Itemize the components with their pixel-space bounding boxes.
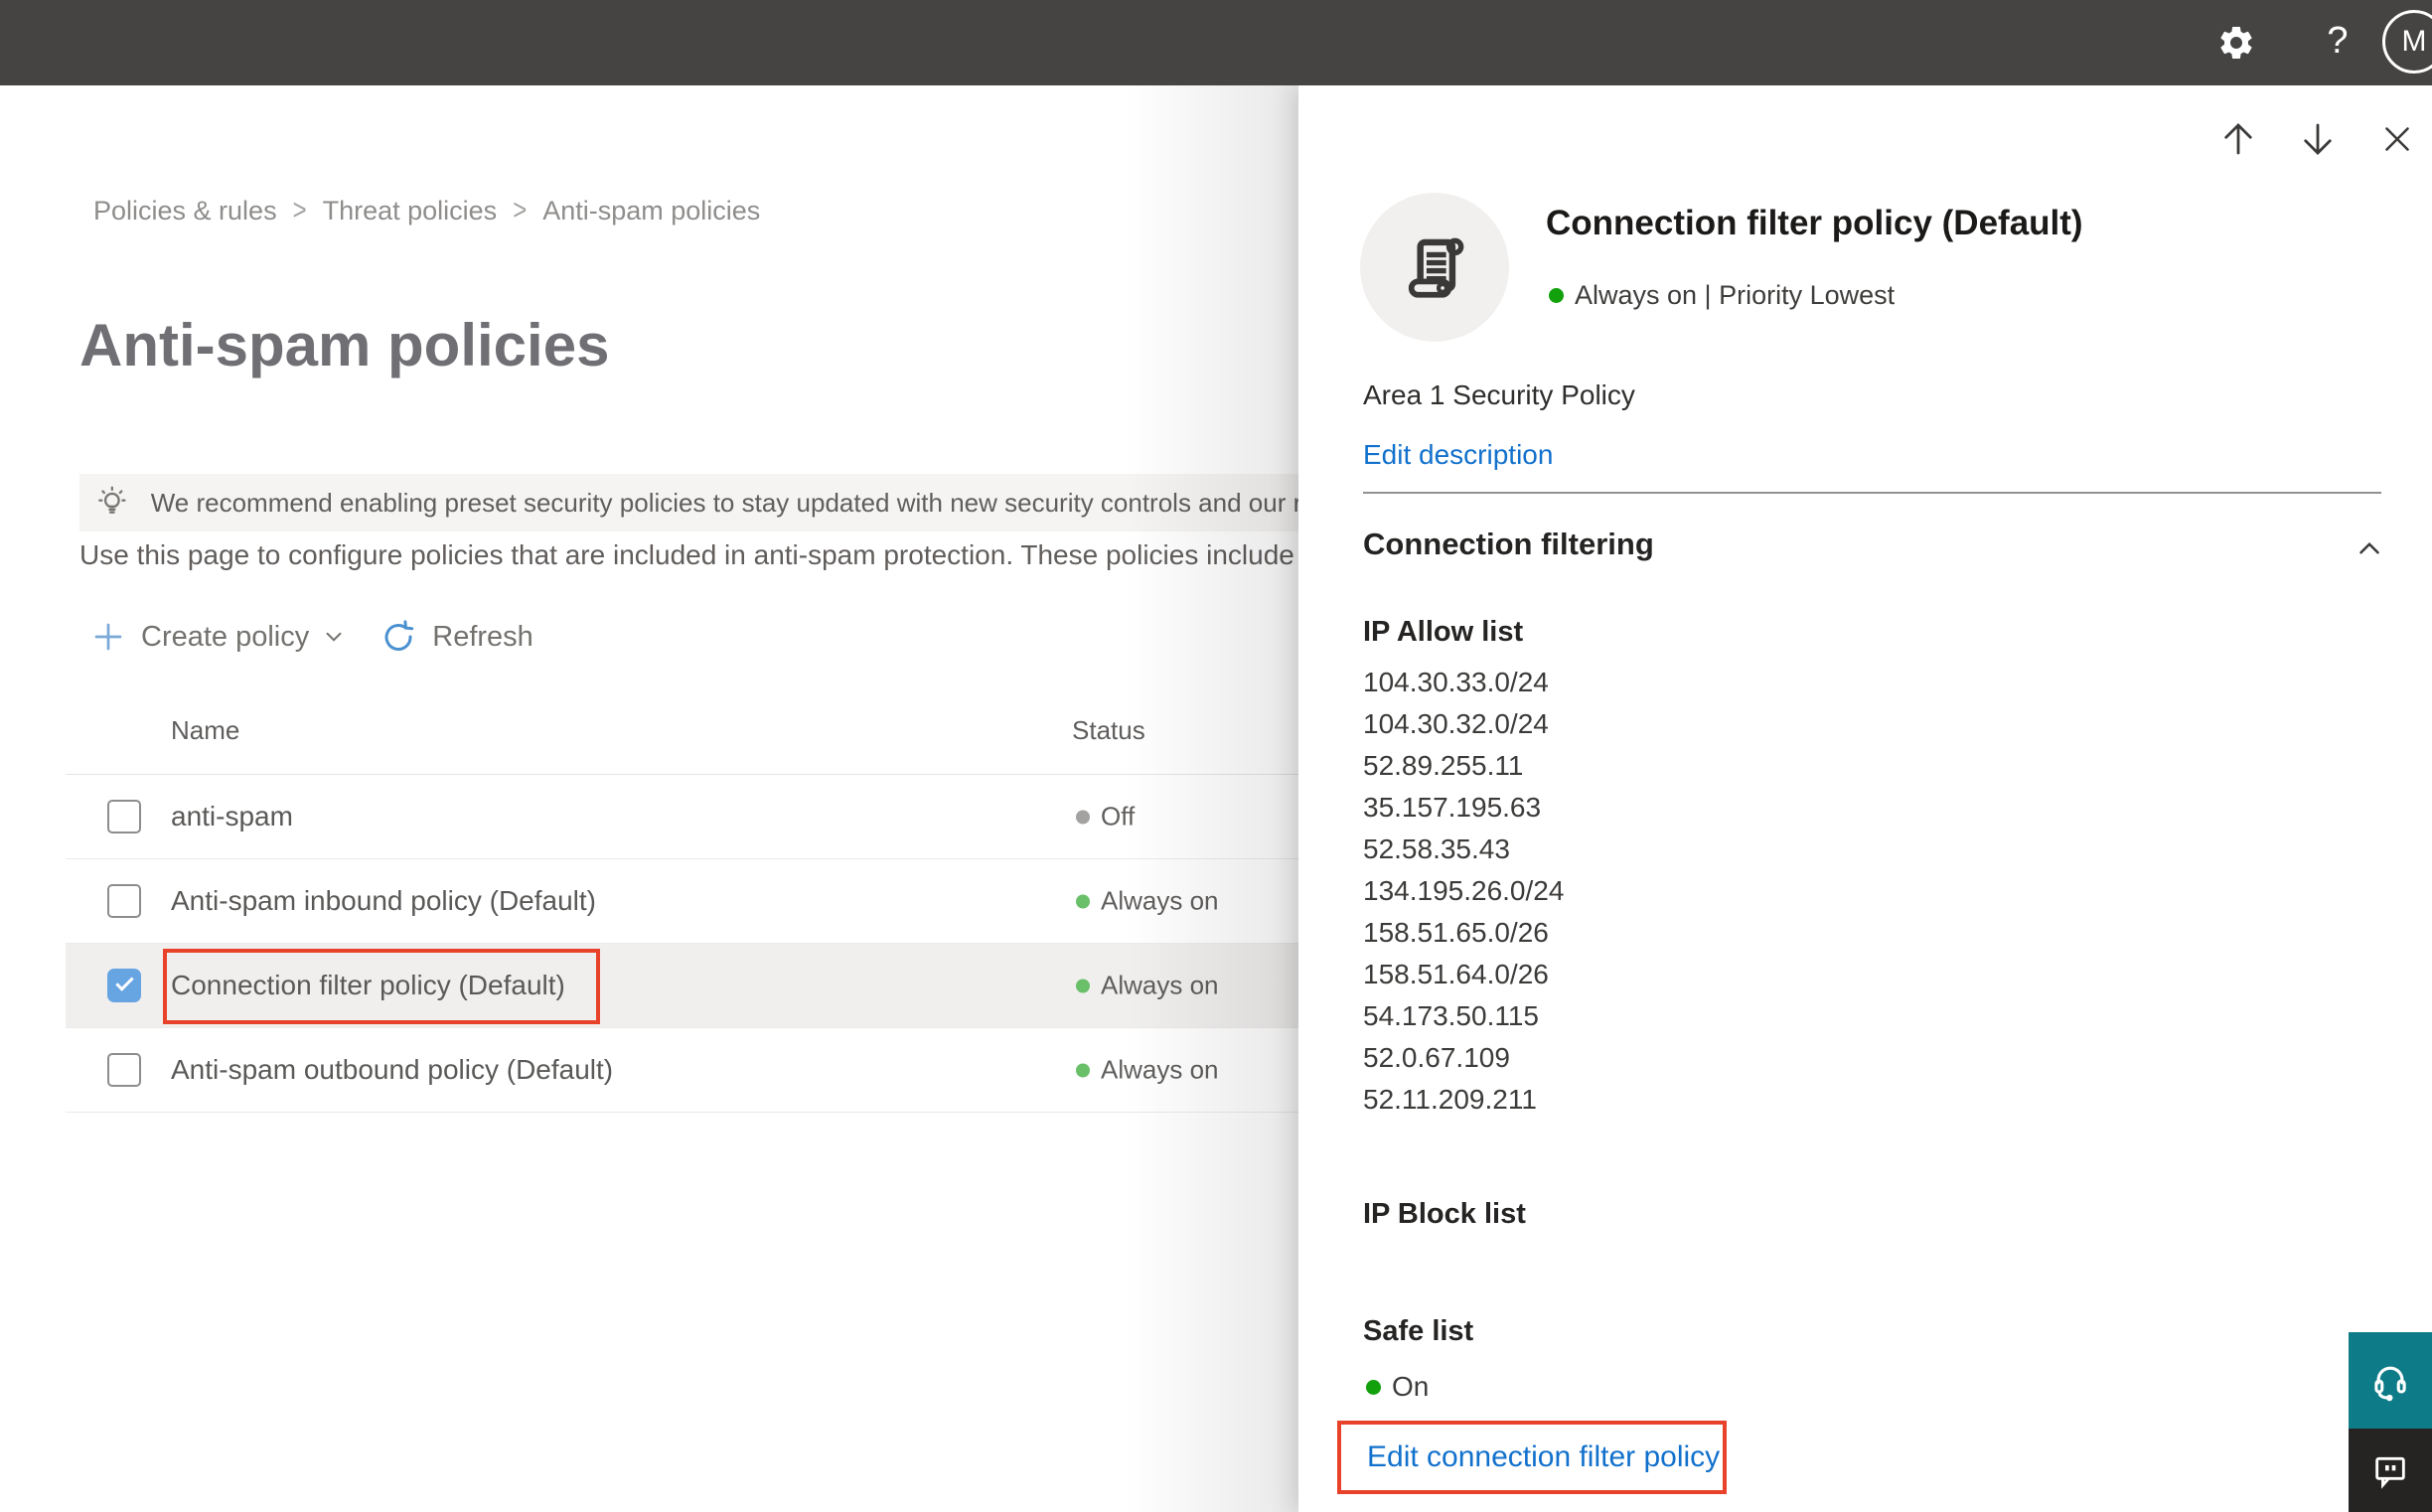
ip-address: 104.30.32.0/24: [1363, 708, 1549, 739]
row-checkbox[interactable]: [107, 1053, 141, 1087]
arrow-down-icon: [2304, 123, 2332, 155]
support-button[interactable]: [2349, 1332, 2432, 1429]
create-policy-label: Create policy: [141, 620, 310, 653]
refresh-label: Refresh: [432, 620, 533, 653]
breadcrumb-threat-policies[interactable]: Threat policies: [323, 196, 498, 227]
panel-status-text: Always on | Priority Lowest: [1575, 280, 1896, 310]
account-avatar[interactable]: M: [2382, 10, 2432, 74]
ip-address: 35.157.195.63: [1363, 792, 1542, 823]
table-row[interactable]: Anti-spam outbound policy (Default) Alway…: [66, 1028, 1298, 1113]
ip-address: 52.11.209.211: [1363, 1084, 1537, 1115]
status-dot-icon: [1366, 1379, 1381, 1395]
policy-description: Area 1 Security Policy: [1363, 379, 1635, 410]
column-header-name[interactable]: Name: [171, 715, 239, 746]
check-icon: [115, 973, 134, 991]
row-status: Always on: [1076, 886, 1219, 917]
lightbulb-icon: [98, 486, 126, 514]
next-item-button[interactable]: [2294, 115, 2342, 163]
table-row[interactable]: anti-spam Off: [66, 775, 1298, 859]
table-row[interactable]: Anti-spam inbound policy (Default) Always…: [66, 859, 1298, 944]
chevron-down-icon: [326, 632, 342, 642]
row-status: Off: [1076, 802, 1135, 832]
row-checkbox[interactable]: [107, 884, 141, 918]
status-label: Always on: [1101, 970, 1219, 1000]
ip-address: 54.173.50.115: [1363, 1000, 1539, 1031]
status-dot-icon: [1549, 288, 1564, 303]
connection-filtering-heading: Connection filtering: [1363, 527, 1654, 561]
edit-description-link[interactable]: Edit description: [1363, 439, 1553, 471]
gear-icon: [2220, 27, 2252, 59]
row-name: Anti-spam outbound policy (Default): [171, 1054, 614, 1085]
recommendation-banner: We recommend enabling preset security po…: [79, 474, 1298, 531]
ip-address: 158.51.64.0/26: [1363, 959, 1549, 989]
ip-address: 52.58.35.43: [1363, 833, 1510, 864]
feedback-button[interactable]: [2349, 1429, 2432, 1512]
arrow-up-icon: [2224, 123, 2252, 155]
row-checkbox[interactable]: [107, 969, 141, 1002]
ip-allow-list-heading: IP Allow list: [1363, 616, 1524, 648]
row-name: anti-spam: [171, 801, 293, 832]
breadcrumb: Policies & rules > Threat policies > Ant…: [93, 193, 760, 227]
ip-allow-list: 104.30.33.0/24 104.30.32.0/24 52.89.255.11…: [1363, 662, 1564, 1121]
help-icon[interactable]: ?: [2315, 14, 2360, 68]
collapse-section-button[interactable]: [2350, 529, 2389, 568]
feedback-bubble-icon: [2375, 1456, 2405, 1489]
breadcrumb-separator-icon: >: [292, 193, 307, 227]
breadcrumb-anti-spam-policies[interactable]: Anti-spam policies: [542, 196, 760, 227]
row-status: Always on: [1076, 971, 1219, 1001]
ip-block-list-heading: IP Block list: [1363, 1198, 1526, 1230]
refresh-button[interactable]: Refresh: [380, 619, 545, 655]
scroll-policy-icon: [1408, 237, 1464, 298]
close-icon: [2385, 127, 2409, 151]
safe-list-status: On: [1366, 1371, 1429, 1403]
status-label: Always on: [1101, 1054, 1219, 1085]
status-label: Off: [1101, 801, 1136, 832]
status-dot-icon: [1076, 810, 1090, 824]
create-policy-button[interactable]: Create policy: [91, 620, 347, 654]
edit-policy-highlight-box: Edit connection filter policy: [1337, 1421, 1727, 1494]
ip-address: 52.0.67.109: [1363, 1042, 1510, 1073]
policy-details-flyout: Connection filter policy (Default) Alway…: [1298, 85, 2432, 1512]
close-panel-button[interactable]: [2373, 115, 2421, 163]
safe-list-status-text: On: [1392, 1371, 1430, 1402]
app-window: ? M Policies & rules > Threat policies >…: [0, 0, 2432, 1512]
settings-gear-icon[interactable]: [2213, 20, 2259, 66]
banner-text: We recommend enabling preset security po…: [150, 487, 1298, 518]
status-label: Always on: [1101, 885, 1219, 916]
ip-address: 52.89.255.11: [1363, 750, 1524, 781]
edit-connection-filter-policy-link[interactable]: Edit connection filter policy: [1367, 1440, 1720, 1474]
row-name: Anti-spam inbound policy (Default): [171, 885, 596, 916]
divider: [1363, 492, 2381, 494]
panel-status: Always on | Priority Lowest: [1549, 280, 1895, 311]
status-dot-icon: [1076, 1063, 1090, 1077]
top-app-bar: ? M: [0, 0, 2432, 85]
breadcrumb-separator-icon: >: [513, 193, 528, 227]
column-header-status[interactable]: Status: [1072, 715, 1145, 746]
toolbar: Create policy Refresh: [91, 607, 545, 667]
main-content: Policies & rules > Threat policies > Ant…: [0, 85, 1298, 1512]
ip-address: 158.51.65.0/26: [1363, 917, 1549, 948]
refresh-icon: [384, 620, 414, 651]
page-description: Use this page to configure policies that…: [79, 539, 1294, 570]
plus-icon: [94, 623, 122, 651]
previous-item-button[interactable]: [2214, 115, 2262, 163]
status-dot-icon: [1076, 979, 1090, 992]
chevron-up-icon: [2359, 541, 2379, 554]
panel-title: Connection filter policy (Default): [1546, 204, 2083, 242]
policy-table: anti-spam Off Anti-spam inbound policy (De…: [66, 774, 1298, 1113]
ip-address: 134.195.26.0/24: [1363, 875, 1565, 906]
ip-address: 104.30.33.0/24: [1363, 667, 1549, 697]
status-dot-icon: [1076, 894, 1090, 908]
safe-list-heading: Safe list: [1363, 1315, 1474, 1347]
row-status: Always on: [1076, 1055, 1219, 1086]
selection-highlight-box: [163, 949, 600, 1024]
page-title: Anti-spam policies: [79, 312, 610, 378]
policy-avatar: [1360, 193, 1509, 342]
table-row[interactable]: Connection filter policy (Default) Always…: [66, 944, 1298, 1028]
row-checkbox[interactable]: [107, 800, 141, 833]
headset-icon: [2374, 1366, 2406, 1401]
breadcrumb-policies-rules[interactable]: Policies & rules: [93, 196, 277, 227]
